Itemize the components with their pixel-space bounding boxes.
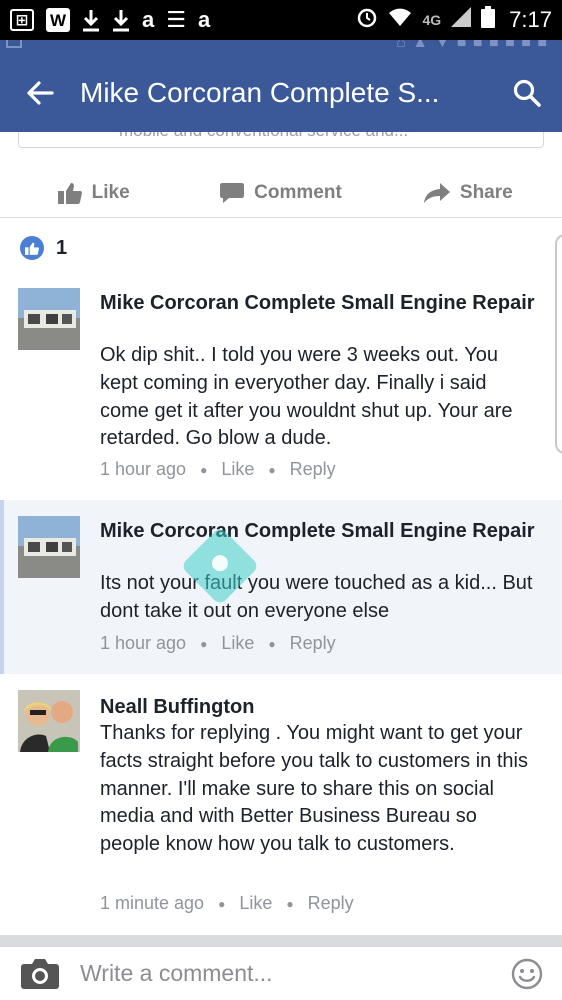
- comment-like-link[interactable]: Like: [239, 893, 272, 914]
- comment-item: Neall Buffington Thanks for replying . Y…: [0, 674, 562, 934]
- comment-input[interactable]: [80, 953, 492, 994]
- battery-icon: [481, 6, 496, 34]
- post-actions: Like Comment Share: [0, 168, 562, 218]
- separator-dot: ●: [200, 636, 208, 651]
- gallery-icon: ⊞: [10, 9, 34, 31]
- thumbs-up-icon: [57, 182, 82, 204]
- avatar[interactable]: [18, 288, 80, 350]
- news-icon: ☰: [166, 7, 186, 32]
- notification-icons: ⊞ W a ☰ a: [10, 8, 210, 32]
- section-divider: [0, 935, 562, 947]
- like-button[interactable]: Like: [0, 168, 187, 217]
- emoji-button[interactable]: [492, 947, 562, 1000]
- comment-text: Thanks for replying . You might want to …: [100, 722, 528, 856]
- amazon-icon: a: [197, 7, 211, 32]
- app-bar: Mike Corcoran Complete S...: [0, 54, 562, 132]
- comment-label: Comment: [254, 181, 342, 203]
- comment-reply-link[interactable]: Reply: [290, 459, 336, 480]
- like-label: Like: [91, 181, 130, 203]
- comment-icon: [220, 182, 245, 203]
- page-title: Mike Corcoran Complete S...: [80, 77, 440, 108]
- comment-author[interactable]: Mike Corcoran Complete Small Engine Repa…: [100, 518, 540, 544]
- reaction-count: 1: [56, 236, 68, 259]
- reaction-summary[interactable]: 1: [20, 236, 67, 260]
- comment-meta: 1 hour ago ● Like ● Reply: [100, 633, 336, 654]
- smiley-icon: [511, 958, 543, 989]
- comment-reply-link[interactable]: Reply: [290, 633, 336, 654]
- camera-button[interactable]: [0, 947, 80, 1000]
- comment-reply-link[interactable]: Reply: [308, 893, 354, 914]
- comment-meta: 1 minute ago ● Like ● Reply: [100, 893, 354, 914]
- status-bar: ⊞ W a ☰ a 4G 7:17: [0, 0, 562, 40]
- comment-time[interactable]: 1 minute ago: [100, 893, 204, 914]
- comment-item: Mike Corcoran Complete Small Engine Repa…: [0, 282, 562, 500]
- download-icon: [82, 8, 100, 32]
- signal-icon: [451, 7, 472, 33]
- comment-composer: [0, 947, 562, 1000]
- separator-dot: ●: [200, 462, 208, 477]
- amazon-icon: a: [142, 7, 155, 32]
- ghost-status-strip: ⌂ ▲ ▼ ■ ■ ■ ■ ■ ■: [0, 40, 562, 54]
- comment-author[interactable]: Mike Corcoran Complete Small Engine Repa…: [100, 290, 540, 316]
- comment-like-link[interactable]: Like: [221, 633, 254, 654]
- wifi-icon: [388, 7, 412, 33]
- separator-dot: ●: [268, 462, 276, 477]
- clock: 7:17: [509, 7, 552, 32]
- alarm-icon: [356, 6, 378, 34]
- share-arrow-icon: [423, 182, 450, 203]
- camera-icon: [21, 958, 59, 989]
- post-card: mobile and conventional service and...: [18, 132, 544, 148]
- system-icons: 4G 7:17: [356, 6, 552, 34]
- comment-like-link[interactable]: Like: [221, 459, 254, 480]
- search-button[interactable]: [492, 54, 562, 132]
- share-label: Share: [459, 181, 513, 203]
- separator-dot: ●: [286, 896, 294, 911]
- avatar[interactable]: [18, 690, 80, 752]
- network-type: 4G: [422, 12, 442, 28]
- back-arrow-icon: [27, 81, 54, 105]
- separator-dot: ●: [268, 636, 276, 651]
- comment-text: Ok dip shit.. I told you were 3 weeks ou…: [100, 344, 513, 450]
- comment-author[interactable]: Neall Buffington: [100, 694, 540, 720]
- comment-text: Its not your fault you were touched as a…: [100, 572, 533, 622]
- avatar[interactable]: [18, 516, 80, 578]
- like-reaction-icon: [20, 236, 44, 260]
- back-button[interactable]: [0, 54, 80, 132]
- word-icon: W: [46, 8, 70, 32]
- comment-time[interactable]: 1 hour ago: [100, 459, 186, 480]
- comment-time[interactable]: 1 hour ago: [100, 633, 186, 654]
- search-icon: [513, 79, 541, 107]
- download-icon: [112, 8, 130, 32]
- separator-dot: ●: [218, 896, 226, 911]
- share-button[interactable]: Share: [375, 168, 562, 217]
- comment-meta: 1 hour ago ● Like ● Reply: [100, 459, 336, 480]
- comment-item: Mike Corcoran Complete Small Engine Repa…: [0, 500, 562, 674]
- comment-button[interactable]: Comment: [187, 168, 374, 217]
